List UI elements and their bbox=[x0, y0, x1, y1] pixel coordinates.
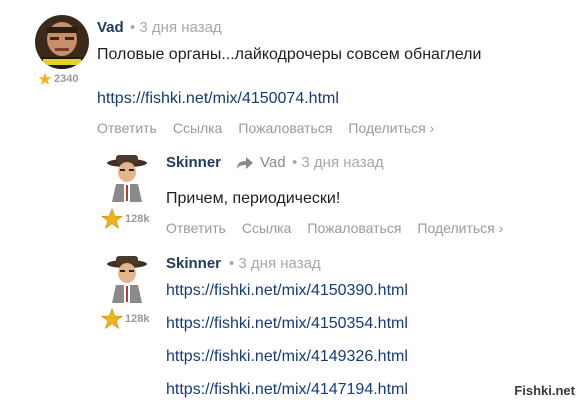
rating-value: 128k bbox=[125, 213, 150, 225]
star-icon bbox=[101, 308, 123, 330]
avatar-skinner-image bbox=[104, 154, 150, 202]
rating-skinner: 128k bbox=[101, 208, 149, 230]
star-icon bbox=[101, 208, 123, 230]
rating-vad: 2340 bbox=[38, 72, 78, 86]
reply-button[interactable]: Ответить bbox=[166, 220, 226, 236]
avatar-vad-image bbox=[35, 15, 89, 69]
comment-time[interactable]: • 3 дня назад bbox=[130, 19, 222, 36]
comment-actions: Ответить Ссылка Пожаловаться Поделиться … bbox=[97, 120, 450, 136]
share-button[interactable]: Поделиться › bbox=[417, 220, 503, 236]
share-button[interactable]: Поделиться › bbox=[348, 120, 434, 136]
comment-text: Половые органы...лайкодрочеры совсем обн… bbox=[97, 46, 482, 63]
username-skinner[interactable]: Skinner bbox=[166, 154, 221, 171]
reply-button[interactable]: Ответить bbox=[97, 120, 157, 136]
username-skinner[interactable]: Skinner bbox=[166, 255, 221, 272]
watermark: Fishki.net bbox=[514, 383, 575, 398]
comment-actions: Ответить Ссылка Пожаловаться Поделиться … bbox=[166, 220, 519, 236]
link-button[interactable]: Ссылка bbox=[242, 220, 292, 236]
comment-link[interactable]: https://fishki.net/mix/4150074.html bbox=[97, 90, 339, 108]
comment-time[interactable]: • 3 дня назад bbox=[292, 154, 384, 171]
rating-value: 2340 bbox=[54, 73, 79, 85]
reply-to[interactable]: Vad bbox=[236, 154, 286, 171]
username-vad[interactable]: Vad bbox=[97, 19, 124, 36]
reply-arrow-icon bbox=[237, 156, 253, 169]
rating-value: 128k bbox=[125, 313, 150, 325]
avatar-skinner[interactable] bbox=[104, 154, 150, 202]
comment-time[interactable]: • 3 дня назад bbox=[229, 255, 321, 272]
report-button[interactable]: Пожаловаться bbox=[307, 220, 401, 236]
comment-link[interactable]: https://fishki.net/mix/4150390.html bbox=[166, 282, 408, 300]
comment-text: Причем, периодически! bbox=[166, 190, 341, 207]
comment-link[interactable]: https://fishki.net/mix/4147194.html bbox=[166, 381, 408, 399]
rating-skinner: 128k bbox=[101, 308, 149, 330]
avatar-skinner[interactable] bbox=[104, 255, 150, 303]
report-button[interactable]: Пожаловаться bbox=[238, 120, 332, 136]
avatar-vad[interactable] bbox=[35, 15, 89, 69]
comment-link[interactable]: https://fishki.net/mix/4149326.html bbox=[166, 348, 408, 366]
comment-link[interactable]: https://fishki.net/mix/4150354.html bbox=[166, 315, 408, 333]
avatar-skinner-image bbox=[104, 255, 150, 303]
reply-to-name[interactable]: Vad bbox=[260, 154, 286, 171]
link-button[interactable]: Ссылка bbox=[173, 120, 223, 136]
star-icon bbox=[38, 72, 52, 85]
